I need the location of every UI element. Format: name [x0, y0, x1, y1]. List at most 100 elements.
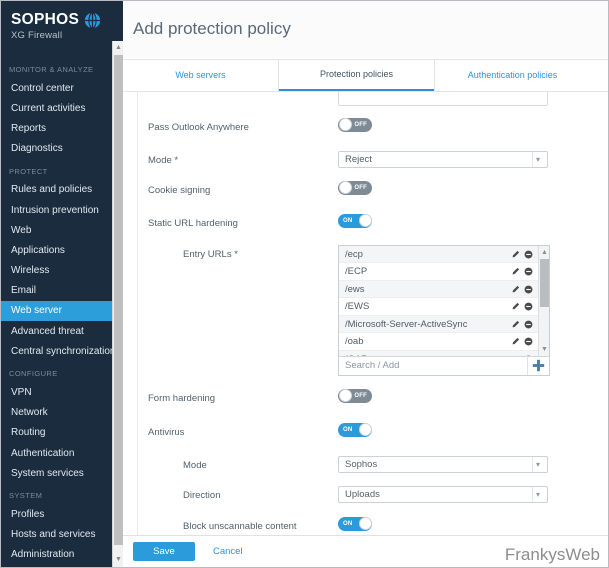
static-url-hardening-label: Static URL hardening	[148, 217, 238, 229]
brand-product: XG Firewall	[11, 30, 63, 41]
sidebar-item-applications[interactable]: Applications	[1, 240, 123, 260]
pencil-icon[interactable]	[511, 250, 520, 259]
block-unscannable-content-toggle[interactable]: ON	[338, 516, 372, 531]
scroll-up-icon[interactable]: ▲	[113, 41, 123, 55]
sidebar-item-backup-and-firmware[interactable]: Backup & firmware	[1, 565, 123, 567]
list-item[interactable]: /ECP	[339, 263, 549, 281]
antivirus-direction-label: Direction	[183, 489, 221, 501]
scroll-down-icon[interactable]: ▼	[113, 553, 123, 567]
pencil-icon[interactable]	[511, 320, 520, 329]
entry-urls-box: /ecp /ECP /ews /EWS /Microsoft-Server-Ac…	[338, 244, 550, 376]
antivirus-toggle[interactable]: ON	[338, 422, 372, 437]
cookie-signing-toggle[interactable]: OFF	[338, 180, 372, 195]
sidebar-item-current-activities[interactable]: Current activities	[1, 98, 123, 118]
list-item[interactable]: /oab	[339, 333, 549, 351]
sidebar-item-diagnostics[interactable]: Diagnostics	[1, 139, 123, 159]
entry-urls-search-row	[339, 355, 549, 376]
mode-select[interactable]: Reject ▾	[338, 150, 548, 168]
exceptions-textarea[interactable]	[338, 91, 548, 106]
add-entry-url-button[interactable]	[527, 356, 549, 376]
sidebar-item-hosts-and-services[interactable]: Hosts and services	[1, 525, 123, 545]
tab-authentication-policies[interactable]: Authentication policies	[435, 60, 590, 91]
sidebar-item-control-center[interactable]: Control center	[1, 78, 123, 98]
pencil-icon[interactable]	[511, 337, 520, 346]
form-scroll-area: Pass Outlook Anywhere OFF Mode * Reject …	[137, 91, 608, 535]
list-item[interactable]: /ews	[339, 280, 549, 299]
scroll-up-icon[interactable]: ▲	[539, 246, 549, 259]
sidebar-item-vpn[interactable]: VPN	[1, 382, 123, 402]
chevron-down-icon[interactable]: ▾	[531, 487, 545, 502]
static-url-hardening-toggle-state: ON	[343, 217, 353, 224]
list-item[interactable]: /EWS	[339, 298, 549, 316]
circle-minus-icon[interactable]	[524, 267, 533, 276]
entry-urls-scrollbar-thumb[interactable]	[540, 258, 549, 307]
antivirus-toggle-state: ON	[343, 426, 353, 433]
entry-urls-list[interactable]: /ecp /ECP /ews /EWS /Microsoft-Server-Ac…	[339, 245, 549, 356]
sidebar-item-profiles[interactable]: Profiles	[1, 504, 123, 524]
save-button[interactable]: Save	[133, 542, 195, 561]
sidebar-item-authentication[interactable]: Authentication	[1, 443, 123, 463]
mode-select-value: Reject	[345, 153, 372, 165]
static-url-hardening-toggle[interactable]: ON	[338, 213, 372, 228]
sidebar-scrollbar-thumb[interactable]	[114, 55, 123, 545]
form-hardening-toggle[interactable]: OFF	[338, 388, 372, 403]
tab-web-servers[interactable]: Web servers	[123, 60, 278, 91]
form-footer: Save Cancel FrankysWeb	[123, 535, 608, 567]
circle-minus-icon[interactable]	[524, 302, 533, 311]
search-input[interactable]	[339, 356, 527, 376]
chevron-down-icon[interactable]: ▾	[531, 457, 545, 472]
list-item[interactable]: /Microsoft-Server-ActiveSync	[339, 315, 549, 334]
entry-urls-scrollbar[interactable]: ▲ ▼	[538, 245, 549, 356]
sidebar-item-network[interactable]: Network	[1, 403, 123, 423]
circle-minus-icon[interactable]	[524, 250, 533, 259]
cancel-button[interactable]: Cancel	[213, 546, 243, 557]
page-title: Add protection policy	[133, 19, 291, 39]
sidebar-item-intrusion-prevention[interactable]: Intrusion prevention	[1, 200, 123, 220]
circle-minus-icon[interactable]	[524, 337, 533, 346]
sidebar: SOPHOS XG Firewall MONITOR & ANALYZE Con…	[1, 1, 123, 567]
scroll-down-icon[interactable]: ▼	[539, 343, 549, 356]
cookie-signing-toggle-state: OFF	[354, 184, 367, 191]
sidebar-item-wireless[interactable]: Wireless	[1, 261, 123, 281]
sidebar-item-email[interactable]: Email	[1, 281, 123, 301]
toggle-knob-icon	[338, 181, 352, 195]
block-unscannable-content-label: Block unscannable content	[183, 520, 297, 532]
tab-bar: Web servers Protection policies Authenti…	[123, 58, 608, 93]
pass-outlook-anywhere-toggle[interactable]: OFF	[338, 117, 372, 132]
circle-minus-icon[interactable]	[524, 285, 533, 294]
sidebar-item-rules-and-policies[interactable]: Rules and policies	[1, 180, 123, 200]
pencil-icon[interactable]	[511, 285, 520, 294]
sidebar-item-reports[interactable]: Reports	[1, 118, 123, 138]
sidebar-item-system-services[interactable]: System services	[1, 463, 123, 483]
antivirus-direction-value: Uploads	[345, 488, 380, 500]
circle-minus-icon[interactable]	[524, 320, 533, 329]
brand-logo: SOPHOS XG Firewall	[1, 1, 123, 47]
nav-group-label-monitor: MONITOR & ANALYZE	[9, 65, 94, 74]
toggle-knob-icon	[358, 214, 372, 228]
mode-label: Mode *	[148, 154, 179, 166]
entry-url-value: /oab	[345, 336, 364, 348]
antivirus-mode-label: Mode	[183, 459, 207, 471]
antivirus-mode-value: Sophos	[345, 458, 378, 470]
sidebar-item-central-synchronization[interactable]: Central synchronization	[1, 341, 123, 361]
pass-outlook-anywhere-label: Pass Outlook Anywhere	[148, 121, 249, 133]
chevron-down-icon[interactable]: ▾	[531, 152, 545, 167]
toggle-knob-icon	[358, 423, 372, 437]
pencil-icon[interactable]	[511, 302, 520, 311]
antivirus-direction-select[interactable]: Uploads ▾	[338, 485, 548, 503]
sidebar-item-administration[interactable]: Administration	[1, 545, 123, 565]
tab-protection-policies[interactable]: Protection policies	[279, 60, 434, 91]
pencil-icon[interactable]	[511, 267, 520, 276]
sidebar-item-routing[interactable]: Routing	[1, 423, 123, 443]
sidebar-item-web-server[interactable]: Web server	[1, 300, 123, 322]
cookie-signing-label: Cookie signing	[148, 184, 211, 196]
antivirus-mode-select[interactable]: Sophos ▾	[338, 455, 548, 473]
antivirus-label: Antivirus	[148, 426, 185, 438]
sidebar-item-web[interactable]: Web	[1, 220, 123, 240]
sidebar-scrollbar[interactable]: ▲ ▼	[112, 41, 123, 567]
plus-icon	[532, 360, 545, 372]
sidebar-item-advanced-threat[interactable]: Advanced threat	[1, 321, 123, 341]
nav-group-label-protect: PROTECT	[9, 166, 48, 176]
list-item[interactable]: /ecp	[339, 245, 549, 264]
entry-urls-label: Entry URLs *	[183, 248, 238, 260]
